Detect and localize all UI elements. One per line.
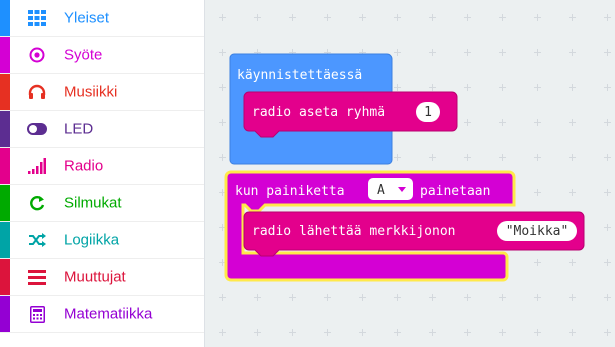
toolbox-category-matematiikka[interactable]: Matematiikka [0,296,204,333]
category-label: Muuttujat [64,268,126,286]
target-icon [26,44,48,66]
on-button-label-after: painetaan [420,184,490,199]
category-color-bar [0,111,10,147]
category-color-bar [0,0,10,36]
category-color-bar [0,222,10,258]
workspace-canvas: käynnistettäessä radio aseta ryhmä 1 kun… [205,0,615,347]
category-label: LED [64,120,94,138]
category-label: Yleiset [64,9,110,27]
radio-set-group-label: radio aseta ryhmä [252,105,385,120]
group-number-value: 1 [424,105,432,120]
toolbox-category-syote[interactable]: Syöte [0,37,204,74]
category-label: Logiikka [64,231,120,249]
signal-bars-icon [26,155,48,177]
calculator-icon [26,303,48,325]
category-color-bar [0,185,10,221]
toolbox-category-musiikki[interactable]: Musiikki [0,74,204,111]
shuffle-icon [26,229,48,251]
toolbox-category-yleiset[interactable]: Yleiset [0,0,204,37]
button-dropdown[interactable]: A [368,178,413,200]
button-dropdown-value: A [377,183,385,198]
on-start-label: käynnistettäessä [237,68,362,83]
category-color-bar [0,37,10,73]
category-color-bar [0,259,10,295]
toggle-icon [26,118,48,140]
toolbox-category-radio[interactable]: Radio [0,148,204,185]
blocks-workspace[interactable]: käynnistettäessä radio aseta ryhmä 1 kun… [205,0,615,347]
category-label: Syöte [64,46,103,64]
toolbox-category-muuttujat[interactable]: Muuttujat [0,259,204,296]
toolbox: Yleiset Syöte Musiikki LED Radio Silmuka… [0,0,205,347]
headphones-icon [26,81,48,103]
grid-icon [26,7,48,29]
on-button-label-before: kun painiketta [235,184,345,199]
category-label: Radio [64,157,104,175]
category-label: Matematiikka [64,305,153,323]
group-number-input[interactable]: 1 [416,102,440,122]
loop-icon [26,192,48,214]
radio-send-string-block[interactable]: radio lähettää merkkijonon "Moikka" [243,211,585,257]
category-label: Musiikki [64,83,118,101]
toolbox-category-led[interactable]: LED [0,111,204,148]
radio-send-string-label: radio lähettää merkkijonon [252,224,456,239]
string-value: "Moikka" [506,224,569,239]
category-color-bar [0,148,10,184]
category-color-bar [0,296,10,332]
category-color-bar [0,74,10,110]
toolbox-category-silmukat[interactable]: Silmukat [0,185,204,222]
category-label: Silmukat [64,194,122,212]
string-input[interactable]: "Moikka" [497,221,577,241]
radio-set-group-block[interactable]: radio aseta ryhmä 1 [243,91,458,138]
list-icon [26,266,48,288]
toolbox-category-logiikka[interactable]: Logiikka [0,222,204,259]
